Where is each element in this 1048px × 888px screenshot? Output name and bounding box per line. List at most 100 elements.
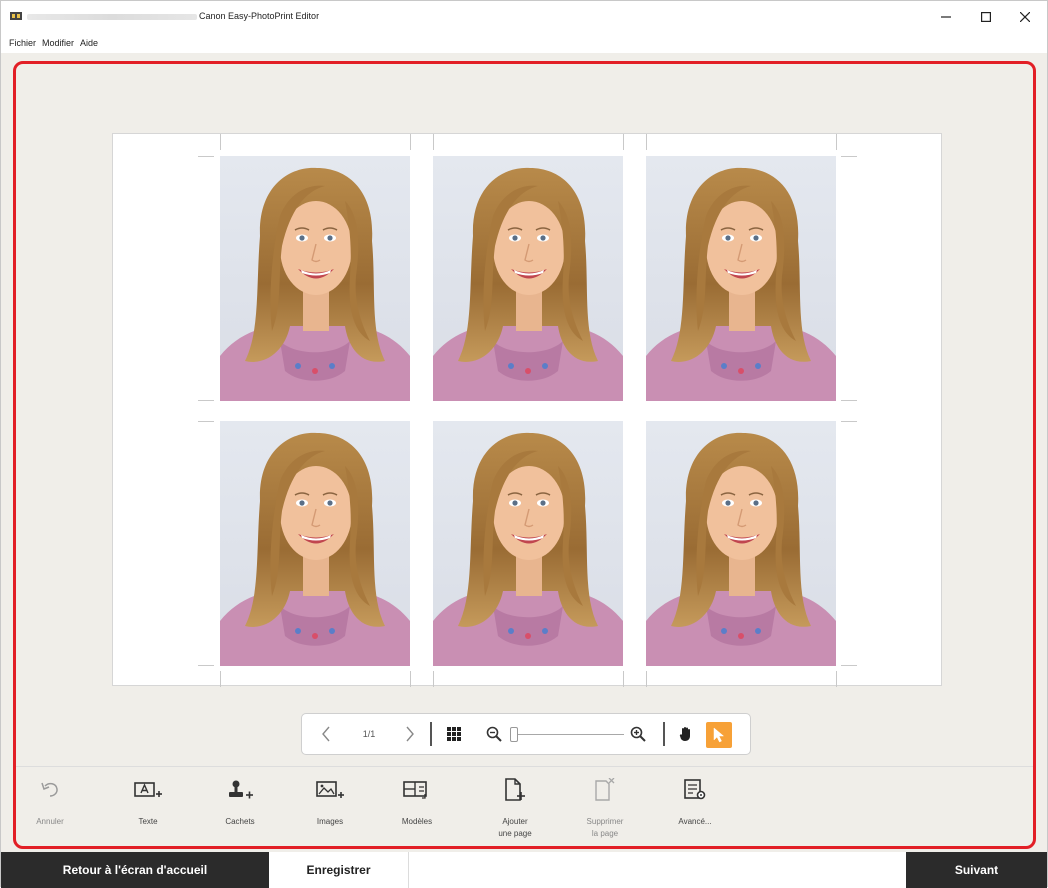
back-to-home-button[interactable]: Retour à l'écran d'accueil bbox=[1, 852, 269, 888]
tool-label-line2: la page bbox=[591, 829, 619, 838]
view-toolbar: 1/1 bbox=[301, 713, 751, 755]
advanced-icon bbox=[684, 779, 706, 800]
menu-fichier[interactable]: Fichier bbox=[9, 38, 36, 48]
crop-mark bbox=[198, 665, 214, 666]
undo-button[interactable]: Annuler bbox=[10, 776, 90, 828]
next-button[interactable]: Suivant bbox=[906, 852, 1047, 888]
tool-label: Images bbox=[316, 817, 344, 826]
close-icon bbox=[1020, 12, 1030, 22]
tool-label: Supprimer la page bbox=[565, 816, 645, 840]
save-button[interactable]: Enregistrer bbox=[269, 852, 409, 888]
crop-mark bbox=[220, 134, 221, 150]
add-image-button[interactable]: Images bbox=[290, 776, 370, 828]
zoom-in-icon bbox=[630, 726, 646, 742]
add-image-icon bbox=[316, 781, 344, 798]
photo-item[interactable] bbox=[433, 421, 623, 666]
undo-icon bbox=[41, 782, 58, 797]
page-list-button[interactable] bbox=[442, 714, 466, 754]
crop-mark bbox=[646, 671, 647, 687]
previous-page-button[interactable] bbox=[316, 714, 336, 754]
crop-mark bbox=[836, 134, 837, 150]
crop-mark bbox=[410, 671, 411, 687]
templates-button[interactable]: Modèles bbox=[377, 776, 457, 828]
zoom-out-icon bbox=[486, 726, 502, 742]
page-indicator: 1/1 bbox=[362, 729, 376, 739]
add-page-button[interactable]: Ajouter une page bbox=[475, 776, 555, 840]
add-text-icon bbox=[134, 782, 162, 797]
tool-label: Annuler bbox=[36, 817, 64, 826]
zoom-slider-thumb[interactable] bbox=[510, 727, 518, 742]
crop-mark bbox=[646, 134, 647, 150]
crop-mark bbox=[836, 671, 837, 687]
tool-label-line1: Ajouter bbox=[502, 817, 528, 826]
chevron-left-icon bbox=[322, 726, 330, 742]
crop-mark bbox=[623, 134, 624, 150]
add-page-icon bbox=[505, 778, 525, 801]
app-logo-icon bbox=[10, 12, 22, 20]
tool-label: Texte bbox=[138, 817, 158, 826]
add-text-button[interactable]: Texte bbox=[108, 776, 188, 828]
maximize-icon bbox=[981, 12, 991, 22]
crop-mark bbox=[433, 671, 434, 687]
tool-label-line1: Supprimer bbox=[586, 817, 624, 826]
footer-bar: Retour à l'écran d'accueil Enregistrer S… bbox=[1, 852, 1047, 888]
portrait-photo bbox=[646, 156, 836, 401]
maximize-button[interactable] bbox=[973, 7, 999, 27]
zoom-out-button[interactable] bbox=[482, 714, 506, 754]
portrait-photo bbox=[646, 421, 836, 666]
title-bar: Canon Easy-PhotoPrint Editor bbox=[1, 1, 1047, 33]
portrait-photo bbox=[433, 156, 623, 401]
tool-row-divider bbox=[16, 766, 1033, 767]
grid-icon bbox=[447, 727, 461, 741]
tool-label: Modèles bbox=[401, 817, 433, 826]
pan-tool-button[interactable] bbox=[674, 714, 698, 754]
add-stamp-icon bbox=[229, 780, 253, 799]
crop-mark bbox=[841, 156, 857, 157]
next-page-button[interactable] bbox=[400, 714, 420, 754]
photo-item[interactable] bbox=[646, 156, 836, 401]
crop-mark bbox=[841, 665, 857, 666]
redacted-filename bbox=[27, 14, 197, 20]
crop-mark bbox=[220, 671, 221, 687]
close-button[interactable] bbox=[1012, 7, 1038, 27]
templates-icon bbox=[403, 781, 427, 799]
crop-mark bbox=[623, 671, 624, 687]
advanced-button[interactable]: Avancé... bbox=[655, 776, 735, 828]
crop-mark bbox=[198, 400, 214, 401]
portrait-photo bbox=[220, 156, 410, 401]
edit-area-highlight: 1/1 Annuler Texte Cachets Images Modèles… bbox=[13, 61, 1036, 849]
chevron-right-icon bbox=[406, 726, 414, 742]
crop-mark bbox=[198, 421, 214, 422]
pointer-arrow-icon bbox=[713, 727, 725, 743]
crop-mark bbox=[841, 400, 857, 401]
photo-item[interactable] bbox=[646, 421, 836, 666]
photo-item[interactable] bbox=[220, 421, 410, 666]
app-window: Canon Easy-PhotoPrint Editor Fichier Mod… bbox=[0, 0, 1048, 888]
menu-aide[interactable]: Aide bbox=[80, 38, 98, 48]
photo-item[interactable] bbox=[220, 156, 410, 401]
tool-label-line2: une page bbox=[498, 829, 532, 838]
minimize-button[interactable] bbox=[933, 7, 959, 27]
tool-label: Cachets bbox=[225, 817, 255, 826]
portrait-photo bbox=[220, 421, 410, 666]
window-title: Canon Easy-PhotoPrint Editor bbox=[199, 11, 320, 21]
portrait-photo bbox=[433, 421, 623, 666]
menu-bar: Fichier Modifier Aide bbox=[1, 33, 1047, 53]
tool-label: Avancé... bbox=[678, 817, 712, 826]
crop-mark bbox=[433, 134, 434, 150]
crop-mark bbox=[198, 156, 214, 157]
print-page-canvas[interactable] bbox=[112, 133, 942, 687]
photo-item[interactable] bbox=[433, 156, 623, 401]
zoom-slider-track[interactable] bbox=[514, 734, 624, 735]
crop-mark bbox=[410, 134, 411, 150]
zoom-in-button[interactable] bbox=[626, 714, 650, 754]
toolbar-separator bbox=[663, 722, 665, 746]
add-stamp-button[interactable]: Cachets bbox=[200, 776, 280, 828]
delete-page-icon bbox=[595, 778, 615, 801]
menu-modifier[interactable]: Modifier bbox=[42, 38, 74, 48]
tool-label: Ajouter une page bbox=[475, 816, 555, 840]
crop-mark bbox=[841, 421, 857, 422]
select-tool-button[interactable] bbox=[706, 722, 732, 748]
delete-page-button[interactable]: Supprimer la page bbox=[565, 776, 645, 840]
minimize-icon bbox=[941, 16, 951, 18]
